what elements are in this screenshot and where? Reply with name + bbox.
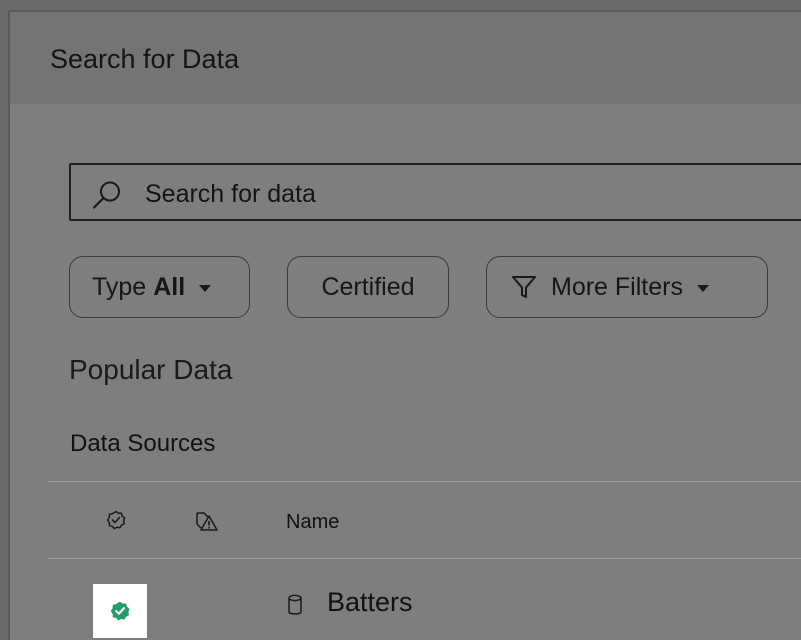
- search-for-data-dialog: Search for Data Search for data Type All…: [8, 10, 801, 640]
- table-header-divider: [48, 558, 801, 559]
- certified-filter-button[interactable]: Certified: [287, 256, 449, 318]
- type-filter-label: Type: [92, 272, 147, 301]
- certified-check-icon: [110, 601, 130, 621]
- certified-icon[interactable]: [106, 510, 126, 535]
- dialog-header: Search for Data: [10, 12, 801, 104]
- name-column-header[interactable]: Name: [286, 511, 339, 534]
- popular-data-title: Popular Data: [69, 354, 233, 385]
- more-filters-dropdown[interactable]: More Filters: [486, 256, 768, 318]
- data-quality-warning-icon[interactable]: [195, 510, 219, 537]
- funnel-icon: [511, 274, 537, 300]
- search-icon: [92, 181, 120, 209]
- chevron-down-icon: [696, 285, 709, 292]
- certified-filter-label: Certified: [321, 272, 415, 301]
- chevron-down-icon: [199, 285, 212, 292]
- data-sources-heading: Data Sources: [70, 430, 216, 457]
- search-placeholder: Search for data: [145, 180, 316, 208]
- type-filter-value: All: [153, 272, 186, 301]
- dialog-title: Search for Data: [50, 44, 240, 74]
- certified-badge: [93, 584, 147, 638]
- data-source-name[interactable]: Batters: [327, 587, 413, 618]
- database-icon: [287, 594, 303, 621]
- type-filter-dropdown[interactable]: Type All: [69, 256, 250, 318]
- table-top-divider: [48, 481, 801, 482]
- more-filters-label: More Filters: [551, 272, 683, 301]
- search-input[interactable]: Search for data: [69, 163, 801, 221]
